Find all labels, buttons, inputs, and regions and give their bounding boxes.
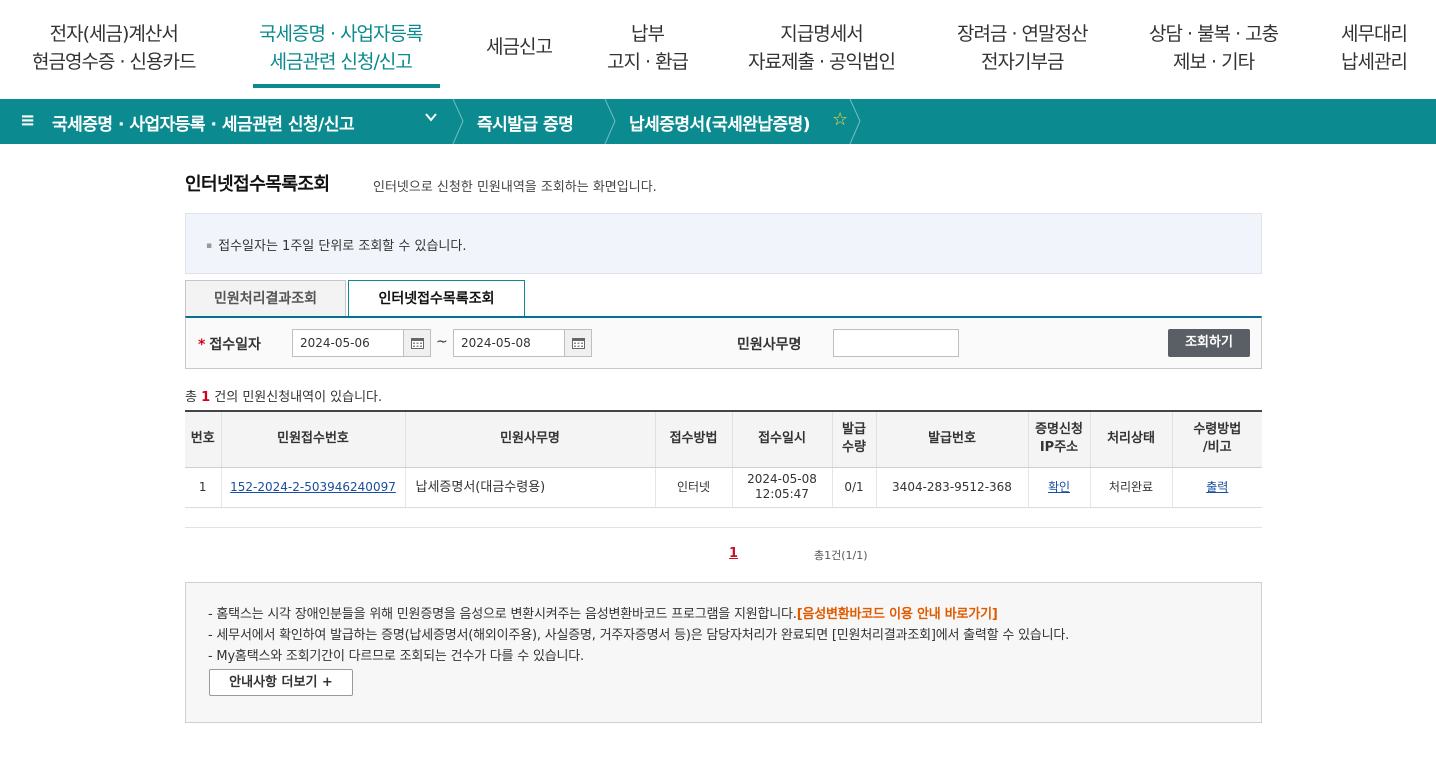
gnb-item-consulting[interactable]: 상담 · 불복 · 고충 제보 · 기타 [1149,20,1279,76]
cell-date: 2024-05-08 [747,472,817,486]
info-box: 접수일자는 1주일 단위로 조회할 수 있습니다. [185,213,1262,274]
cell-issue-no: 3404-283-9512-368 [875,467,1028,508]
gnb-item-line1: 상담 · 불복 · 고충 [1149,23,1279,45]
gnb-item-incentive[interactable]: 장려금 · 연말정산 전자기부금 [957,20,1088,76]
voice-barcode-guide-link[interactable]: [음성변환바코드 이용 안내 바로가기] [797,607,998,622]
cell-no: 1 [185,467,221,508]
global-navigation: 전자(세금)계산서 현금영수증 · 신용카드 국세증명 · 사업자등록 세금관련… [0,0,1436,99]
gnb-item-line1: 세무대리 [1341,23,1408,45]
col-header-status: 처리상태 [1089,410,1172,468]
breadcrumb-separator [604,99,616,144]
gnb-item-line1: 장려금 · 연말정산 [957,23,1088,45]
gnb-item-payment[interactable]: 납부 고지 · 환급 [607,20,689,76]
page-total: 총1건(1/1) [814,549,868,562]
print-link[interactable]: 출력 [1206,480,1228,494]
date-label: * 접수일자 [198,334,261,354]
cell-receipt-no: 152-2024-2-503946240097 [220,467,405,508]
col-header-office-name: 민원사무명 [404,410,655,468]
page-subtitle: 인터넷으로 신청한 민원내역을 조회하는 화면입니다. [373,180,657,195]
gnb-item-tax-filing[interactable]: 세금신고 [486,33,553,61]
gnb-item-line2: 세금관련 신청/신고 [269,51,413,73]
date-range-tilde: ~ [436,334,448,350]
receipt-no-link[interactable]: 152-2024-2-503946240097 [230,480,396,494]
end-date-input[interactable] [453,329,565,357]
gnb-item-line1: 세금신고 [486,36,553,58]
cell-status: 처리완료 [1089,467,1172,508]
notice-line-3: - My홈택스와 조회기간이 다르므로 조회되는 건수가 다를 수 있습니다. [208,649,584,664]
calendar-icon[interactable] [564,329,592,357]
breadcrumb-separator [452,99,464,144]
table-row: 1 152-2024-2-503946240097 납세증명서(대금수령용) 인… [185,467,1262,508]
col-header-receipt-no: 민원접수번호 [220,410,405,468]
office-name-label: 민원사무명 [737,337,802,353]
receipt-table: 번호 민원접수번호 민원사무명 접수방법 접수일시 발급 수량 발급번호 증명신청… [185,410,1262,508]
cell-time: 12:05:47 [755,487,809,501]
chevron-down-icon[interactable] [424,110,438,128]
tab-internet-receipt-list[interactable]: 인터넷접수목록조회 [348,280,525,318]
page-number-current[interactable]: 1 [729,546,738,561]
more-notice-button[interactable]: 안내사항 더보기 + [209,669,353,696]
col-header-ip: 증명신청 IP주소 [1027,410,1090,468]
gnb-active-underline [253,84,440,88]
gnb-item-line2: 고지 · 환급 [607,51,689,73]
info-text: 접수일자는 1주일 단위로 조회할 수 있습니다. [206,235,466,254]
calendar-icon[interactable] [403,329,431,357]
ip-confirm-link[interactable]: 확인 [1048,480,1070,494]
search-panel: *접수일자 ~ 민원사무명 조회하기 [185,316,1262,369]
gnb-item-e-invoice[interactable]: 전자(세금)계산서 현금영수증 · 신용카드 [32,20,196,76]
star-icon[interactable]: ☆ [832,109,848,130]
col-header-receipt-datetime: 접수일시 [731,410,832,468]
gnb-item-tax-agent[interactable]: 세무대리 납세관리 [1341,20,1408,76]
result-count-number: 1 [201,390,211,405]
notice-line-2: - 세무서에서 확인하여 발급하는 증명(납세증명서(해외이주용), 사실증명,… [208,628,1070,643]
location-bar: ≡ 국세증명 · 사업자등록 · 세금관련 신청/신고 즉시발급 증명 납세증명… [0,99,1436,144]
col-header-method: 접수방법 [654,410,732,468]
pagination-divider [185,527,1262,528]
breadcrumb-level3[interactable]: 납세증명서(국세완납증명) [629,110,811,135]
search-button[interactable]: 조회하기 [1168,329,1250,357]
breadcrumb-level2[interactable]: 즉시발급 증명 [477,110,574,135]
table-header-row: 번호 민원접수번호 민원사무명 접수방법 접수일시 발급 수량 발급번호 증명신청… [185,410,1262,468]
office-name-input[interactable] [833,329,959,357]
page-title: 인터넷접수목록조회 [185,174,330,195]
notice-line-1-text: - 홈택스는 시각 장애인분들을 위해 민원증명을 음성으로 변환시켜주는 음성… [208,607,797,622]
gnb-item-line2: 전자기부금 [981,51,1064,73]
gnb-item-line1: 납부 [631,23,665,45]
notice-line-1: - 홈택스는 시각 장애인분들을 위해 민원증명을 음성으로 변환시켜주는 음성… [208,603,998,622]
result-count: 총 1 건의 민원신청내역이 있습니다. [185,386,382,405]
hamburger-icon[interactable]: ≡ [20,110,35,131]
date-label-text: 접수일자 [209,337,261,353]
cell-ip: 확인 [1027,467,1090,508]
gnb-item-line2: 자료제출 · 공익법인 [748,51,896,73]
gnb-item-payment-statement[interactable]: 지급명세서 자료제출 · 공익법인 [748,20,896,76]
required-mark: * [198,337,206,353]
col-header-issue-no: 발급번호 [875,410,1028,468]
cell-datetime: 2024-05-08 12:05:47 [731,467,832,508]
gnb-item-line2: 납세관리 [1341,51,1408,73]
gnb-item-line2: 제보 · 기타 [1173,51,1255,73]
gnb-item-line1: 지급명세서 [780,23,863,45]
cell-office-name: 납세증명서(대금수령용) [404,467,655,508]
breadcrumb-level1[interactable]: 국세증명 · 사업자등록 · 세금관련 신청/신고 [52,110,355,135]
breadcrumb-separator [849,99,861,144]
result-count-prefix: 총 [185,390,202,405]
col-header-no: 번호 [185,410,221,468]
cell-receive: 출력 [1171,467,1262,508]
tab-result-inquiry[interactable]: 민원처리결과조회 [185,280,346,317]
gnb-item-line2: 현금영수증 · 신용카드 [32,51,196,73]
cell-qty: 0/1 [831,467,876,508]
start-date-input[interactable] [292,329,404,357]
notice-box: - 홈택스는 시각 장애인분들을 위해 민원증명을 음성으로 변환시켜주는 음성… [185,582,1262,723]
cell-method: 인터넷 [654,467,732,508]
gnb-item-certificates[interactable]: 국세증명 · 사업자등록 세금관련 신청/신고 [259,20,423,76]
col-header-receive: 수령방법/비고 [1171,410,1262,468]
gnb-item-line1: 전자(세금)계산서 [49,23,179,45]
gnb-item-line1: 국세증명 · 사업자등록 [259,23,423,45]
col-header-issue-qty: 발급 수량 [831,410,876,468]
result-count-suffix: 건의 민원신청내역이 있습니다. [210,390,383,405]
